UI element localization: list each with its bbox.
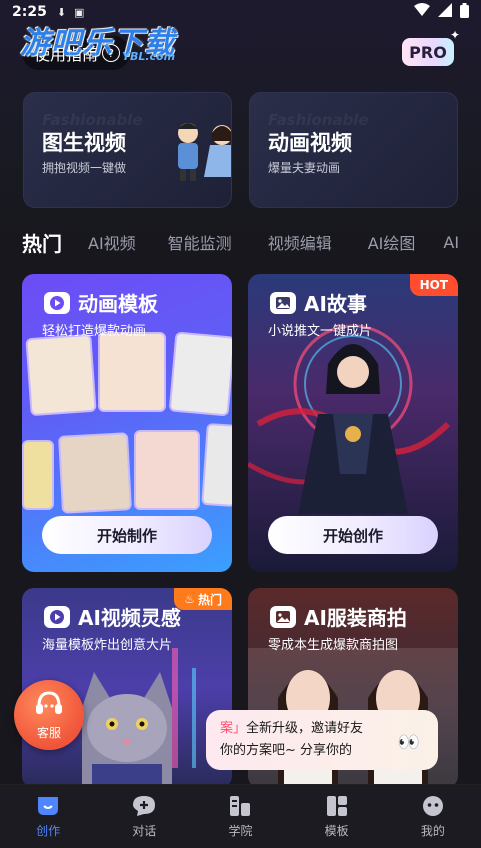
comic-frame	[25, 333, 97, 417]
nav-profile[interactable]: 我的	[403, 794, 463, 839]
play-icon	[44, 291, 70, 314]
tab-smart-monitor[interactable]: 智能监测	[168, 230, 232, 254]
download-icon: ⬇	[56, 5, 67, 19]
flame-icon: ♨	[184, 592, 195, 606]
start-creating-button[interactable]: 开始创作	[268, 516, 438, 554]
pro-button[interactable]: PRO	[402, 38, 454, 66]
image-icon	[270, 605, 296, 628]
feature-card-animation-video[interactable]: Fashionable 动画视频 爆量夫妻动画	[249, 92, 458, 208]
comic-frame	[58, 432, 132, 514]
toast-line-1-text: 全新升级，邀请好友	[246, 721, 364, 736]
tab-video-edit[interactable]: 视频编辑	[268, 230, 332, 254]
card-subtitle: 轻松打造爆款动画	[42, 324, 147, 339]
tab-ai-more[interactable]: AI	[443, 233, 459, 252]
eyes-icon: 👀	[397, 732, 420, 753]
card-title-text: AI服装商拍	[304, 606, 407, 630]
tab-ai-video[interactable]: AI视频	[88, 230, 136, 254]
card-title: AI视频灵感	[44, 602, 181, 631]
start-making-button[interactable]: 开始制作	[42, 516, 212, 554]
card-title: 动画模板	[44, 288, 158, 317]
profile-icon	[420, 794, 446, 818]
card-title-text: 动画模板	[78, 292, 158, 316]
watermark-url: YBL.com	[122, 50, 176, 63]
card-subtitle: 零成本生成爆款商拍图	[268, 638, 399, 653]
card-title: AI服装商拍	[270, 602, 407, 631]
academy-icon	[227, 794, 253, 818]
notification-icon: ▣	[74, 5, 85, 19]
template-icon	[324, 794, 350, 818]
customer-service-button[interactable]: 客服	[14, 680, 84, 750]
image-icon	[270, 291, 296, 314]
feature-title: 图生视频	[42, 131, 126, 155]
feature-card-image-to-video[interactable]: Fashionable 图生视频 拥抱视频一键做	[23, 92, 232, 208]
card-title-text: AI视频灵感	[78, 606, 181, 630]
tab-ai-drawing[interactable]: AI绘图	[368, 230, 416, 254]
tab-hot[interactable]: 热门	[22, 228, 62, 257]
card-animation-template[interactable]: 动画模板 轻松打造爆款动画 开始制作	[22, 274, 232, 572]
nav-label: 对话	[132, 824, 157, 838]
cellular-icon	[438, 3, 452, 21]
nav-template[interactable]: 模板	[307, 794, 367, 839]
toast-highlight: 案」	[220, 721, 247, 736]
nav-label: 我的	[420, 824, 445, 838]
hot-badge-label: 热门	[197, 592, 222, 607]
nav-label: 创作	[36, 824, 61, 838]
comic-frame	[98, 332, 166, 412]
card-subtitle: 海量模板炸出创意大片	[42, 638, 173, 653]
feature-subtitle: 爆量夫妻动画	[268, 161, 341, 175]
feature-subtitle: 拥抱视频一键做	[42, 161, 127, 175]
comic-frame	[22, 440, 54, 510]
feature-title: 动画视频	[268, 131, 352, 155]
comic-frame	[201, 422, 232, 508]
sparkle-icon: ✦	[450, 28, 461, 42]
card-title: AI故事	[270, 288, 367, 317]
card-ai-story[interactable]: HOT AI故事 小说推文一键成片 开始创作	[248, 274, 458, 572]
customer-service-label: 客服	[36, 725, 61, 740]
wifi-icon	[414, 3, 430, 21]
play-icon	[44, 605, 70, 628]
nav-label: 学院	[228, 824, 253, 838]
nav-create[interactable]: 创作	[18, 794, 78, 839]
nav-academy[interactable]: 学院	[210, 794, 270, 839]
card-title-text: AI故事	[304, 292, 367, 316]
headset-icon	[34, 690, 64, 722]
card-subtitle: 小说推文一键成片	[268, 324, 373, 339]
couple-illustration	[178, 123, 231, 181]
bottom-nav: 创作 对话 学院 模板 我的	[0, 784, 481, 848]
hot-badge: HOT	[409, 274, 458, 296]
promo-toast[interactable]: 案」全新升级，邀请好友 你的方案吧~ 分享你的 👀	[206, 710, 438, 770]
battery-icon	[460, 2, 469, 22]
category-tabs: 热门 AI视频 智能监测 视频编辑 AI绘图 AI	[0, 226, 481, 258]
chat-icon	[131, 794, 157, 818]
comic-frame	[168, 331, 232, 417]
create-icon	[35, 794, 61, 818]
comic-frame	[134, 430, 200, 510]
hot-badge: ♨ 热门	[174, 588, 232, 610]
nav-chat[interactable]: 对话	[114, 794, 174, 839]
nav-label: 模板	[324, 824, 349, 838]
